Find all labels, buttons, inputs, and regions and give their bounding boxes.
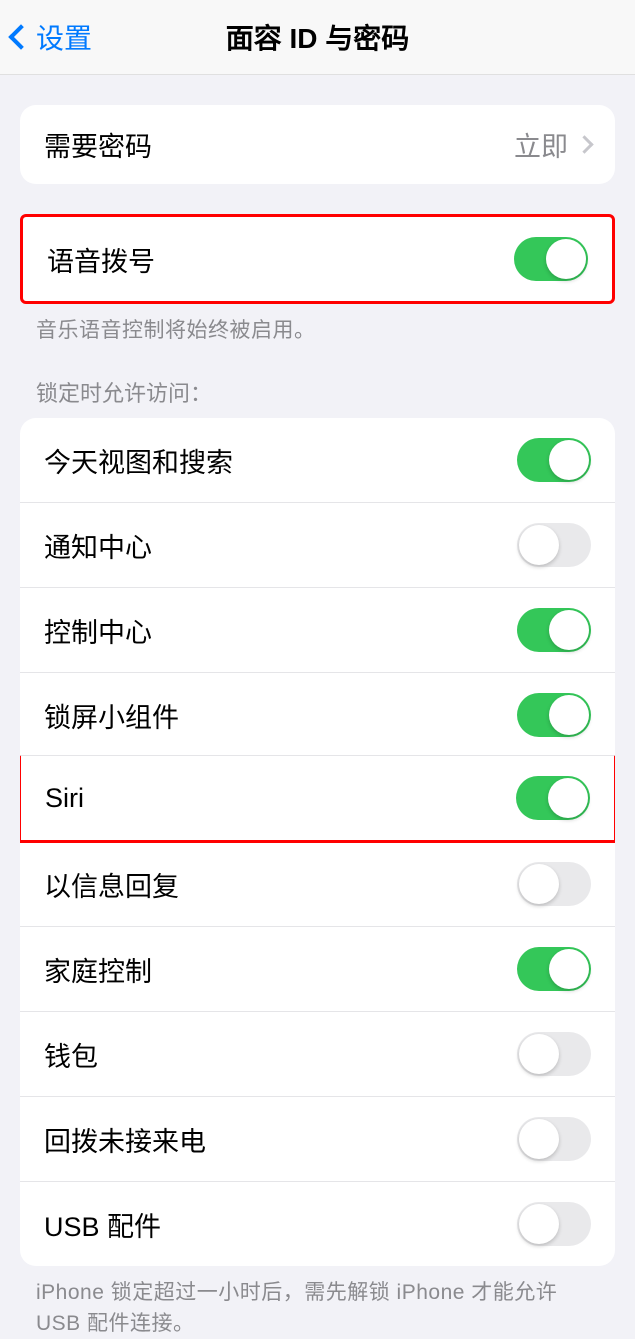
voice-dial-footer: 音乐语音控制将始终被启用。 bbox=[0, 304, 635, 346]
chevron-right-icon bbox=[575, 135, 593, 153]
lock-access-group: 今天视图和搜索通知中心控制中心锁屏小组件 Siri 以信息回复家庭控制钱包回拨未接来… bbox=[20, 418, 615, 1266]
lock-access-row: 以信息回复 bbox=[20, 841, 615, 926]
row-label: 以信息回复 bbox=[44, 865, 179, 904]
toggle[interactable] bbox=[516, 776, 590, 820]
back-button[interactable]: 设置 bbox=[0, 17, 92, 57]
toggle[interactable] bbox=[517, 862, 591, 906]
lock-access-row: 家庭控制 bbox=[20, 926, 615, 1011]
toggle[interactable] bbox=[517, 523, 591, 567]
lock-access-row: 通知中心 bbox=[20, 502, 615, 587]
row-label: 控制中心 bbox=[44, 611, 152, 650]
lock-access-row: 锁屏小组件 bbox=[20, 672, 615, 757]
nav-header: 设置 面容 ID 与密码 bbox=[0, 0, 635, 75]
toggle-knob bbox=[549, 695, 589, 735]
page-title: 面容 ID 与密码 bbox=[226, 17, 410, 57]
row-label: 回拨未接来电 bbox=[44, 1120, 206, 1159]
toggle[interactable] bbox=[517, 947, 591, 991]
toggle[interactable] bbox=[517, 608, 591, 652]
voice-dial-group: 语音拨号 bbox=[20, 214, 615, 304]
row-label: 今天视图和搜索 bbox=[44, 441, 233, 480]
require-passcode-group: 需要密码 立即 bbox=[20, 105, 615, 184]
lock-access-row: 今天视图和搜索 bbox=[20, 418, 615, 502]
chevron-left-icon bbox=[8, 24, 33, 49]
lock-access-row: 控制中心 bbox=[20, 587, 615, 672]
require-passcode-row[interactable]: 需要密码 立即 bbox=[20, 105, 615, 184]
row-label: Siri bbox=[45, 783, 84, 814]
lock-access-row: 回拨未接来电 bbox=[20, 1096, 615, 1181]
toggle-knob bbox=[519, 1034, 559, 1074]
toggle-knob bbox=[549, 949, 589, 989]
row-label: 需要密码 bbox=[44, 125, 152, 164]
row-label: 钱包 bbox=[44, 1035, 98, 1074]
toggle-knob bbox=[519, 525, 559, 565]
lock-access-footer: iPhone 锁定超过一小时后，需先解锁 iPhone 才能允许 USB 配件连… bbox=[0, 1266, 635, 1339]
lock-access-row: Siri bbox=[20, 755, 615, 843]
row-label: USB 配件 bbox=[44, 1205, 161, 1244]
toggle-knob bbox=[519, 864, 559, 904]
lock-access-row: USB 配件 bbox=[20, 1181, 615, 1266]
row-label: 家庭控制 bbox=[44, 950, 152, 989]
voice-dial-row: 语音拨号 bbox=[23, 217, 612, 301]
toggle[interactable] bbox=[517, 1117, 591, 1161]
row-label: 锁屏小组件 bbox=[44, 696, 179, 735]
toggle-knob bbox=[519, 1204, 559, 1244]
lock-access-row: 钱包 bbox=[20, 1011, 615, 1096]
row-label: 通知中心 bbox=[44, 526, 152, 565]
toggle-knob bbox=[549, 440, 589, 480]
toggle[interactable] bbox=[517, 1202, 591, 1246]
voice-dial-toggle[interactable] bbox=[514, 237, 588, 281]
toggle[interactable] bbox=[517, 693, 591, 737]
toggle-knob bbox=[549, 610, 589, 650]
lock-access-header: 锁定时允许访问： bbox=[0, 346, 635, 418]
row-label: 语音拨号 bbox=[47, 240, 155, 279]
back-label: 设置 bbox=[36, 17, 92, 57]
row-value: 立即 bbox=[514, 125, 568, 164]
toggle[interactable] bbox=[517, 438, 591, 482]
toggle-knob bbox=[519, 1119, 559, 1159]
toggle-knob bbox=[546, 239, 586, 279]
toggle[interactable] bbox=[517, 1032, 591, 1076]
toggle-knob bbox=[548, 778, 588, 818]
